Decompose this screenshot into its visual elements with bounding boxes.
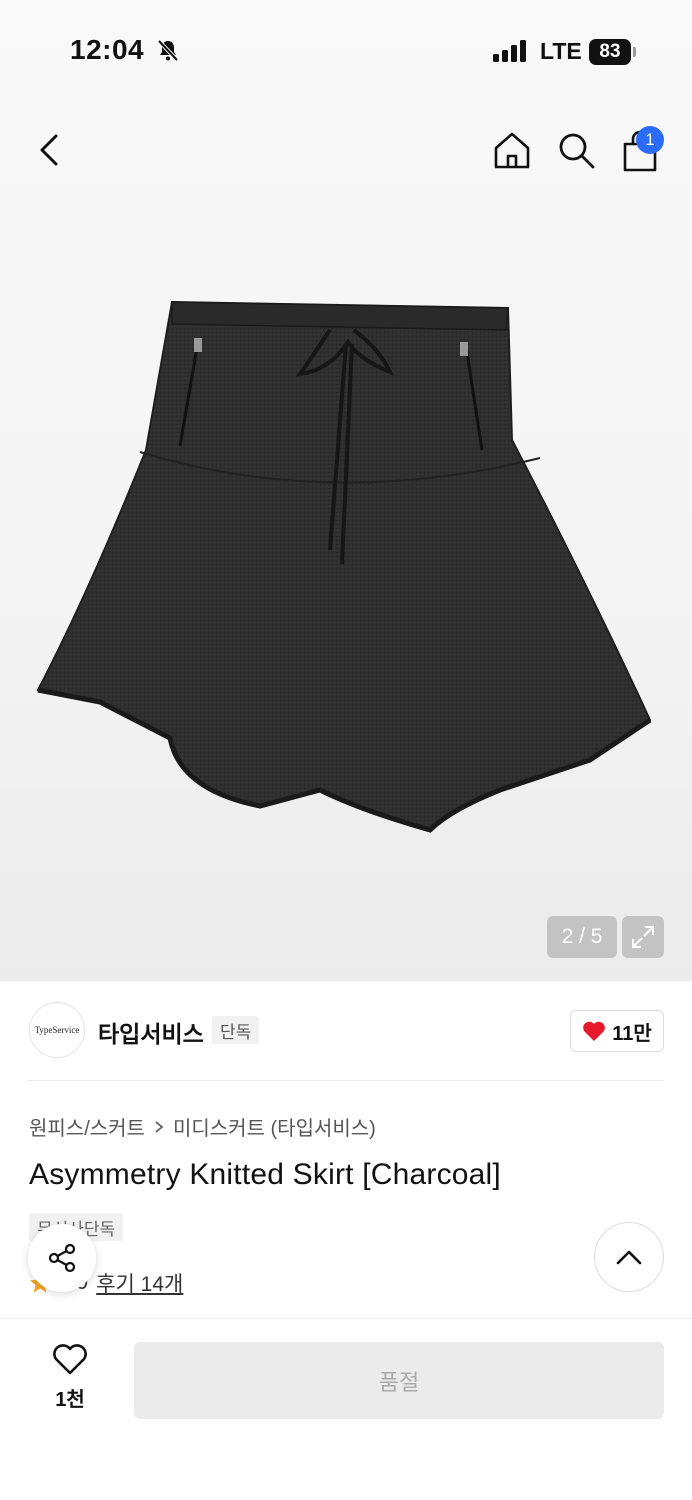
brand-logo[interactable]: TypeService	[29, 1002, 85, 1058]
product-photo	[36, 300, 652, 833]
heart-outline-icon	[53, 1344, 87, 1375]
brand-like-button[interactable]: 11만	[570, 1010, 664, 1052]
breadcrumb: 원피스/스커트 미디스커트 (타입서비스)	[29, 1112, 376, 1141]
share-icon	[48, 1243, 76, 1273]
search-icon[interactable]	[554, 128, 598, 172]
breadcrumb-item[interactable]: 미디스커트 (타입서비스)	[173, 1112, 376, 1141]
signal-icon	[493, 40, 526, 62]
heart-filled-icon	[583, 1021, 606, 1041]
chevron-up-icon	[616, 1250, 642, 1265]
status-bar: 12:04 LTE 83	[0, 0, 692, 100]
product-image-gallery[interactable]: 12:04 LTE 83 1 2 / 5	[0, 0, 692, 981]
status-time: 12:04	[70, 34, 145, 65]
image-counter: 2 / 5	[547, 916, 617, 958]
chevron-right-icon	[155, 1120, 164, 1133]
battery-icon: 83	[589, 39, 637, 65]
back-icon[interactable]	[30, 128, 70, 172]
expand-icon	[632, 926, 654, 948]
brand-like-count: 11만	[612, 1022, 652, 1045]
scroll-top-button[interactable]	[594, 1222, 664, 1292]
brand-exclusive-tag: 단독	[212, 1016, 260, 1044]
cart-count-badge: 1	[636, 126, 664, 154]
soldout-button[interactable]: 품절	[134, 1342, 664, 1419]
brand-name[interactable]: 타입서비스	[98, 1015, 204, 1049]
share-button[interactable]	[28, 1224, 96, 1292]
network-type: LTE	[540, 38, 582, 64]
wishlist-count: 1천	[55, 1389, 85, 1411]
home-icon[interactable]	[490, 128, 534, 172]
battery-level: 83	[589, 39, 631, 65]
divider	[28, 1080, 664, 1081]
bell-muted-icon	[157, 39, 179, 62]
product-title: Asymmetry Knitted Skirt [Charcoal]	[29, 1158, 501, 1191]
review-link[interactable]: 후기 14개	[96, 1268, 183, 1298]
breadcrumb-item[interactable]: 원피스/스커트	[29, 1112, 145, 1141]
wishlist-button[interactable]: 1천	[40, 1344, 100, 1412]
fullscreen-button[interactable]	[622, 916, 664, 958]
